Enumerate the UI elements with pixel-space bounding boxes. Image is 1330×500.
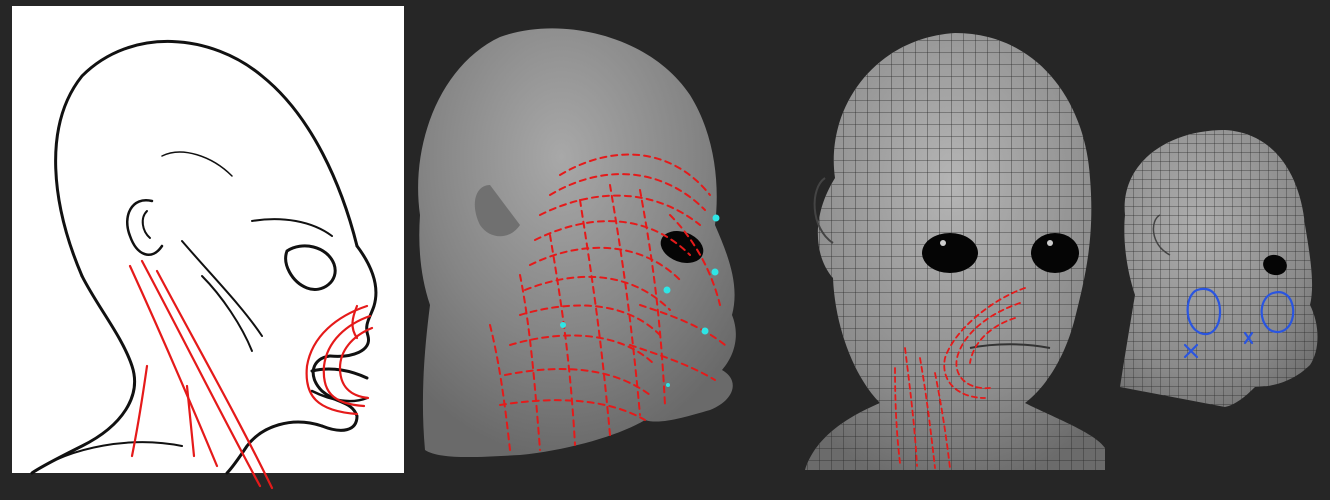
sketch-panel <box>12 6 404 490</box>
wireframe-alien-head-side <box>1120 130 1318 407</box>
canvas <box>0 0 1330 500</box>
painted-head-panel <box>410 25 755 475</box>
mesh-head-front-panel <box>795 28 1110 470</box>
wireframe-alien-head-front <box>805 33 1105 470</box>
alien-sketch-image <box>12 6 404 490</box>
painted-alien-head-image <box>418 28 736 458</box>
mesh-head-side-panel <box>1115 125 1325 410</box>
